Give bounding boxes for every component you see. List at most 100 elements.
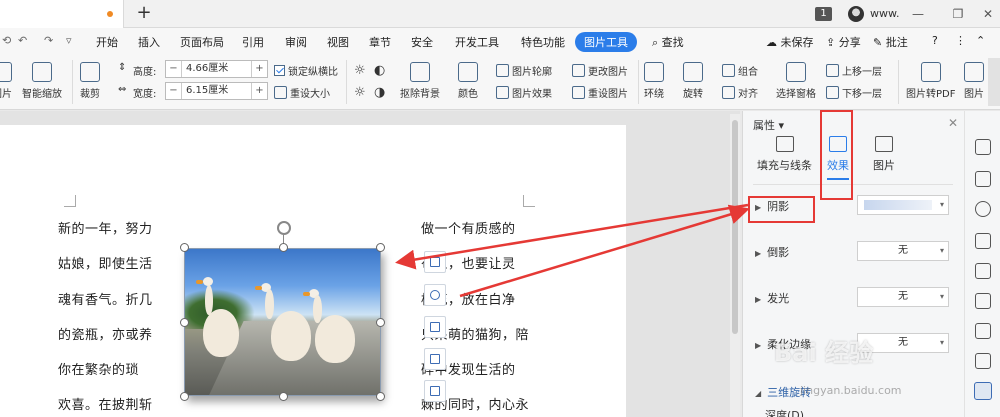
layers-icon[interactable] — [975, 323, 991, 339]
shape-icon[interactable] — [975, 233, 991, 249]
menu-special[interactable]: 特色功能 — [521, 34, 565, 50]
smart-zoom-button[interactable]: 智能缩放 — [22, 62, 62, 100]
glow-section-toggle[interactable]: ▶ 发光 — [755, 290, 789, 306]
scrollbar-thumb[interactable] — [732, 120, 738, 334]
height-decrease-button[interactable]: − — [166, 61, 182, 77]
picture-partial-button[interactable]: 图片 — [0, 62, 12, 100]
resize-handle-nw[interactable] — [180, 243, 189, 252]
brightness-up-icon[interactable]: ☼ — [354, 63, 366, 78]
cursor-icon[interactable] — [975, 171, 991, 187]
menu-review[interactable]: 审阅 — [285, 34, 307, 50]
more-picture-options-button[interactable] — [424, 380, 446, 402]
width-stepper[interactable]: − 6.15厘米 + — [165, 82, 268, 100]
rotate-handle[interactable] — [277, 221, 291, 235]
resize-handle-ne[interactable] — [376, 243, 385, 252]
menu-picture-tools[interactable]: 图片工具 — [575, 32, 637, 52]
document-scrollbar[interactable] — [730, 114, 740, 417]
location-icon[interactable] — [975, 201, 991, 217]
contrast-down-icon[interactable]: ◑ — [374, 85, 385, 100]
picture-outline-button[interactable]: 图片轮廓 — [496, 63, 552, 78]
wrap-button[interactable]: 环绕 — [644, 62, 664, 100]
window-count-badge[interactable]: 1 — [815, 7, 832, 21]
bring-forward-button[interactable]: 上移一层 — [826, 63, 882, 78]
resize-handle-e[interactable] — [376, 318, 385, 327]
search-button[interactable]: ⌕ 查找 — [652, 34, 684, 50]
table-icon[interactable] — [975, 293, 991, 309]
selection-pane-button[interactable]: 选择窗格 — [776, 62, 816, 100]
remove-background-button[interactable]: 抠除背景 — [400, 62, 440, 100]
zoom-preview-button[interactable] — [424, 284, 446, 306]
shadow-preset-select[interactable]: ▾ — [857, 195, 949, 215]
picture-effect-button[interactable]: 图片效果 — [496, 85, 552, 100]
document-tab[interactable] — [0, 0, 124, 28]
brightness-down-icon[interactable]: ☼ — [354, 85, 366, 100]
menu-page-layout[interactable]: 页面布局 — [180, 34, 224, 50]
share-button[interactable]: ⇪ 分享 — [826, 34, 861, 50]
height-stepper[interactable]: − 4.66厘米 + — [165, 60, 268, 78]
close-window-button[interactable]: ✕ — [978, 4, 998, 24]
triangle-icon[interactable] — [975, 263, 991, 279]
redo-icon[interactable]: ↷ — [44, 34, 53, 47]
reset-picture-button[interactable]: 重设图片 — [572, 85, 628, 100]
reset-size-button[interactable]: 重设大小 — [274, 85, 330, 100]
text-line[interactable]: 做一个有质感的 — [421, 218, 516, 237]
width-increase-button[interactable]: + — [251, 83, 267, 99]
menu-start[interactable]: 开始 — [96, 34, 118, 50]
glow-select[interactable]: 无 ▾ — [857, 287, 949, 307]
menu-developer[interactable]: 开发工具 — [455, 34, 499, 50]
ribbon-scroll-button[interactable] — [988, 58, 1000, 106]
group-button[interactable]: 组合 — [722, 63, 758, 78]
user-name[interactable]: www. — [870, 7, 899, 20]
comment-button[interactable]: ✎ 批注 — [873, 34, 908, 50]
reflection-select[interactable]: 无 ▾ — [857, 241, 949, 261]
contrast-up-icon[interactable]: ◐ — [374, 63, 385, 78]
lock-ratio-checkbox[interactable]: 锁定纵横比 — [274, 63, 338, 78]
unsaved-status[interactable]: ☁ 未保存 — [766, 34, 814, 50]
minimize-button[interactable]: — — [908, 4, 928, 24]
picture-partial-right-button[interactable]: 图片 — [964, 62, 984, 100]
resize-handle-s[interactable] — [279, 392, 288, 401]
copy-icon[interactable] — [975, 353, 991, 369]
resize-handle-sw[interactable] — [180, 392, 189, 401]
new-tab-button[interactable]: + — [134, 3, 154, 23]
layout-options-button[interactable] — [424, 251, 446, 273]
resize-handle-w[interactable] — [180, 318, 189, 327]
resize-handle-n[interactable] — [279, 243, 288, 252]
width-decrease-button[interactable]: − — [166, 83, 182, 99]
pane-title[interactable]: 属性 ▾ — [753, 117, 784, 133]
more-icon[interactable]: ⋮ — [955, 34, 966, 47]
close-icon[interactable]: ✕ — [948, 116, 958, 130]
crop-button[interactable]: 裁剪 — [80, 62, 100, 100]
menu-references[interactable]: 引用 — [242, 34, 264, 50]
picture-to-pdf-button[interactable]: 图片转PDF — [906, 62, 955, 100]
restore-button[interactable]: ❐ — [948, 4, 968, 24]
text-line[interactable]: 新的一年，努力 — [58, 218, 153, 237]
text-line[interactable]: 魂有香气。折几 — [58, 289, 153, 308]
customize-toolbar-icon[interactable]: ▿ — [66, 34, 72, 47]
rotate-button[interactable]: 旋转 — [683, 62, 703, 100]
text-line[interactable]: 欢喜。在披荆斩 — [58, 394, 153, 413]
properties-sliders-icon[interactable] — [974, 382, 992, 400]
undo-icon[interactable]: ↶ — [18, 34, 27, 47]
back-icon[interactable]: ⟲ — [2, 34, 11, 47]
height-increase-button[interactable]: + — [251, 61, 267, 77]
text-line[interactable]: 你在繁杂的琐 — [58, 359, 139, 378]
tab-fill-and-line[interactable]: 填充与线条 — [757, 136, 812, 173]
text-line[interactable]: 的瓷瓶，亦或养 — [58, 324, 153, 343]
collapse-ribbon-icon[interactable]: ⌃ — [976, 34, 985, 47]
height-value[interactable]: 4.66厘米 — [182, 61, 251, 77]
change-picture-button[interactable]: 更改图片 — [572, 63, 628, 78]
color-button[interactable]: 颜色 — [458, 62, 478, 100]
text-line[interactable]: 姑娘，即使生活 — [58, 253, 153, 272]
avatar[interactable] — [848, 6, 864, 22]
resize-handle-se[interactable] — [376, 392, 385, 401]
crop-picture-button[interactable] — [424, 348, 446, 370]
send-backward-button[interactable]: 下移一层 — [826, 85, 882, 100]
selected-picture-geese[interactable] — [184, 248, 381, 396]
menu-view[interactable]: 视图 — [327, 34, 349, 50]
width-value[interactable]: 6.15厘米 — [182, 83, 251, 99]
reflection-section-toggle[interactable]: ▶ 倒影 — [755, 244, 789, 260]
align-button[interactable]: 对齐 — [722, 85, 758, 100]
tab-picture[interactable]: 图片 — [873, 136, 895, 173]
menu-insert[interactable]: 插入 — [138, 34, 160, 50]
